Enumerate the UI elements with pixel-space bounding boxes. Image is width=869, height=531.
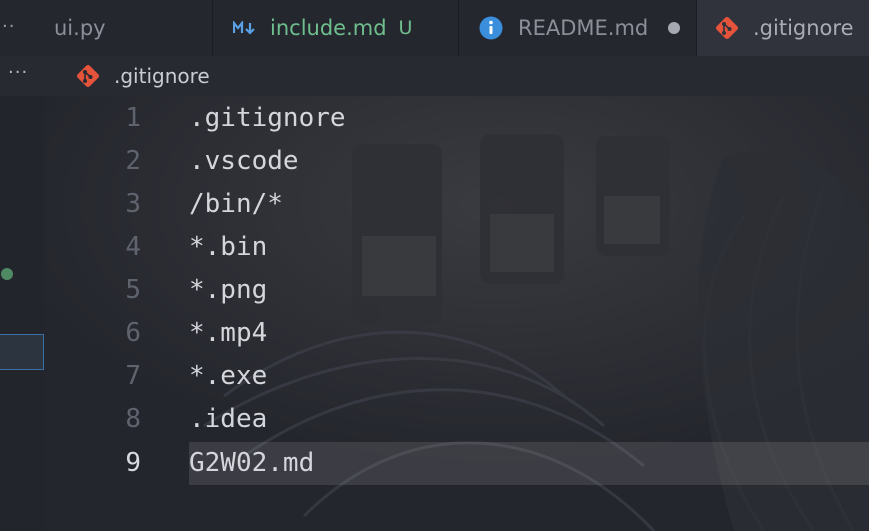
code-line[interactable]: 6 *.mp4 — [44, 312, 869, 355]
editor-tab-bar: ·· ui.py include.md U README.md .gitigno… — [0, 0, 869, 56]
more-icon[interactable]: ·· — [2, 16, 15, 37]
line-number: 9 — [125, 448, 141, 478]
unsaved-dot-icon[interactable] — [668, 22, 681, 34]
tab-gitignore[interactable]: .gitignore — [697, 0, 869, 56]
current-code-line[interactable]: 9 G2W02.md — [44, 442, 869, 485]
code-line[interactable]: 2 .vscode — [44, 140, 869, 183]
line-text[interactable]: .gitignore — [189, 97, 346, 140]
line-text[interactable]: /bin/* — [189, 183, 283, 226]
code-line[interactable]: 1 .gitignore — [44, 97, 869, 140]
tab-label: README.md — [518, 16, 649, 40]
markdown-icon — [233, 21, 255, 35]
line-number: 7 — [125, 361, 141, 391]
tab-label: .gitignore — [753, 16, 854, 40]
line-text[interactable]: G2W02.md — [189, 442, 314, 485]
line-text[interactable]: *.exe — [189, 355, 267, 398]
line-number: 3 — [125, 189, 141, 219]
code-line[interactable]: 8 .idea — [44, 398, 869, 441]
line-number: 6 — [125, 318, 141, 348]
tab-ui-py[interactable]: ·· ui.py — [0, 0, 213, 56]
more-actions-icon[interactable]: ··· — [8, 62, 28, 83]
tab-readme-md[interactable]: README.md — [459, 0, 697, 56]
code-line[interactable]: 7 *.exe — [44, 355, 869, 398]
code-line[interactable]: 3 /bin/* — [44, 183, 869, 226]
line-text[interactable]: *.png — [189, 269, 267, 312]
line-number: 1 — [125, 103, 141, 133]
status-dot-icon — [1, 268, 13, 280]
code-line[interactable]: 5 *.png — [44, 269, 869, 312]
side-panel-strip — [0, 96, 44, 531]
code-editor[interactable]: 1 .gitignore 2 .vscode 3 /bin/* 4 *.bin … — [44, 96, 869, 531]
breadcrumb-bar: ··· .gitignore — [0, 56, 869, 96]
tab-include-md[interactable]: include.md U — [213, 0, 459, 56]
line-text[interactable]: .idea — [189, 398, 267, 441]
breadcrumb-file[interactable]: .gitignore — [114, 64, 210, 88]
line-number: 4 — [125, 232, 141, 262]
line-number: 2 — [125, 146, 141, 176]
info-icon — [479, 16, 503, 40]
line-text[interactable]: *.bin — [189, 226, 267, 269]
tab-label: include.md — [270, 16, 387, 40]
git-icon — [77, 65, 99, 87]
selected-side-item[interactable] — [0, 334, 44, 370]
line-number: 5 — [125, 275, 141, 305]
line-text[interactable]: *.mp4 — [189, 312, 267, 355]
code-line[interactable]: 4 *.bin — [44, 226, 869, 269]
line-text[interactable]: .vscode — [189, 140, 299, 183]
untracked-badge: U — [398, 17, 413, 39]
tab-label: ui.py — [54, 16, 106, 40]
line-number: 8 — [125, 404, 141, 434]
git-icon — [716, 17, 738, 39]
breadcrumb[interactable]: .gitignore — [76, 64, 210, 88]
